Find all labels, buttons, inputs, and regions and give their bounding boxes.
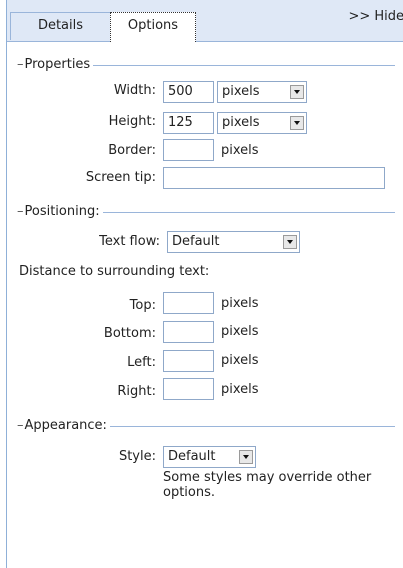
border-unit: pixels: [221, 143, 259, 158]
top-unit: pixels: [221, 296, 259, 311]
chevron-down-icon: [283, 235, 297, 249]
tab-options[interactable]: Options: [110, 12, 196, 42]
style-value: Default: [168, 449, 216, 464]
style-note: Some styles may override other options.: [163, 470, 372, 500]
left-unit: pixels: [221, 353, 259, 368]
tab-details[interactable]: Details: [10, 12, 111, 40]
appearance-title: Appearance:: [17, 418, 110, 433]
left-label: Left:: [127, 355, 156, 370]
height-input[interactable]: 125: [163, 112, 214, 134]
screentip-label: Screen tip:: [85, 170, 156, 185]
appearance-section-header[interactable]: Appearance:: [17, 418, 395, 434]
bottom-unit: pixels: [221, 324, 259, 339]
textflow-select[interactable]: Default: [167, 231, 300, 253]
width-label: Width:: [113, 83, 156, 98]
textflow-value: Default: [172, 234, 220, 249]
positioning-section-header[interactable]: Positioning:: [17, 204, 395, 220]
options-panel: Details Options >> Hide Properties Width…: [6, 0, 403, 568]
style-label: Style:: [118, 449, 156, 464]
top-label-cell: Top:: [7, 296, 156, 318]
properties-title: Properties: [17, 57, 94, 72]
positioning-title: Positioning:: [17, 204, 103, 219]
width-label-cell: Width:: [7, 81, 156, 103]
hide-link[interactable]: >> Hide: [348, 9, 403, 24]
height-unit-value: pixels: [222, 115, 260, 130]
border-label-cell: Border:: [7, 141, 156, 163]
chevron-down-icon: [239, 450, 253, 464]
bottom-input[interactable]: [163, 321, 214, 343]
textflow-label-cell: Text flow:: [7, 232, 160, 254]
border-label: Border:: [108, 143, 156, 158]
distance-label: Distance to surrounding text:: [19, 264, 210, 279]
right-unit: pixels: [221, 382, 259, 397]
width-input[interactable]: 500: [163, 81, 214, 103]
left-input[interactable]: [163, 350, 214, 372]
right-label: Right:: [117, 384, 156, 399]
width-unit-select[interactable]: pixels: [217, 81, 307, 103]
right-label-cell: Right:: [7, 382, 156, 404]
bottom-label: Bottom:: [103, 326, 156, 341]
width-unit-value: pixels: [222, 84, 260, 99]
border-input[interactable]: [163, 139, 214, 161]
chevron-down-icon: [290, 116, 304, 130]
tab-bar: Details Options >> Hide: [7, 0, 403, 42]
style-label-cell: Style:: [7, 447, 156, 469]
right-input[interactable]: [163, 378, 214, 400]
screentip-input[interactable]: [163, 167, 385, 189]
chevron-down-icon: [290, 85, 304, 99]
top-input[interactable]: [163, 292, 214, 314]
height-label-cell: Height:: [7, 112, 156, 134]
top-label: Top:: [129, 298, 156, 313]
height-unit-select[interactable]: pixels: [217, 112, 307, 134]
textflow-label: Text flow:: [99, 234, 160, 249]
style-select[interactable]: Default: [163, 446, 256, 468]
bottom-label-cell: Bottom:: [7, 324, 156, 346]
left-label-cell: Left:: [7, 353, 156, 375]
properties-section-header[interactable]: Properties: [17, 57, 395, 73]
height-label: Height:: [108, 114, 156, 129]
screentip-label-cell: Screen tip:: [7, 168, 156, 190]
